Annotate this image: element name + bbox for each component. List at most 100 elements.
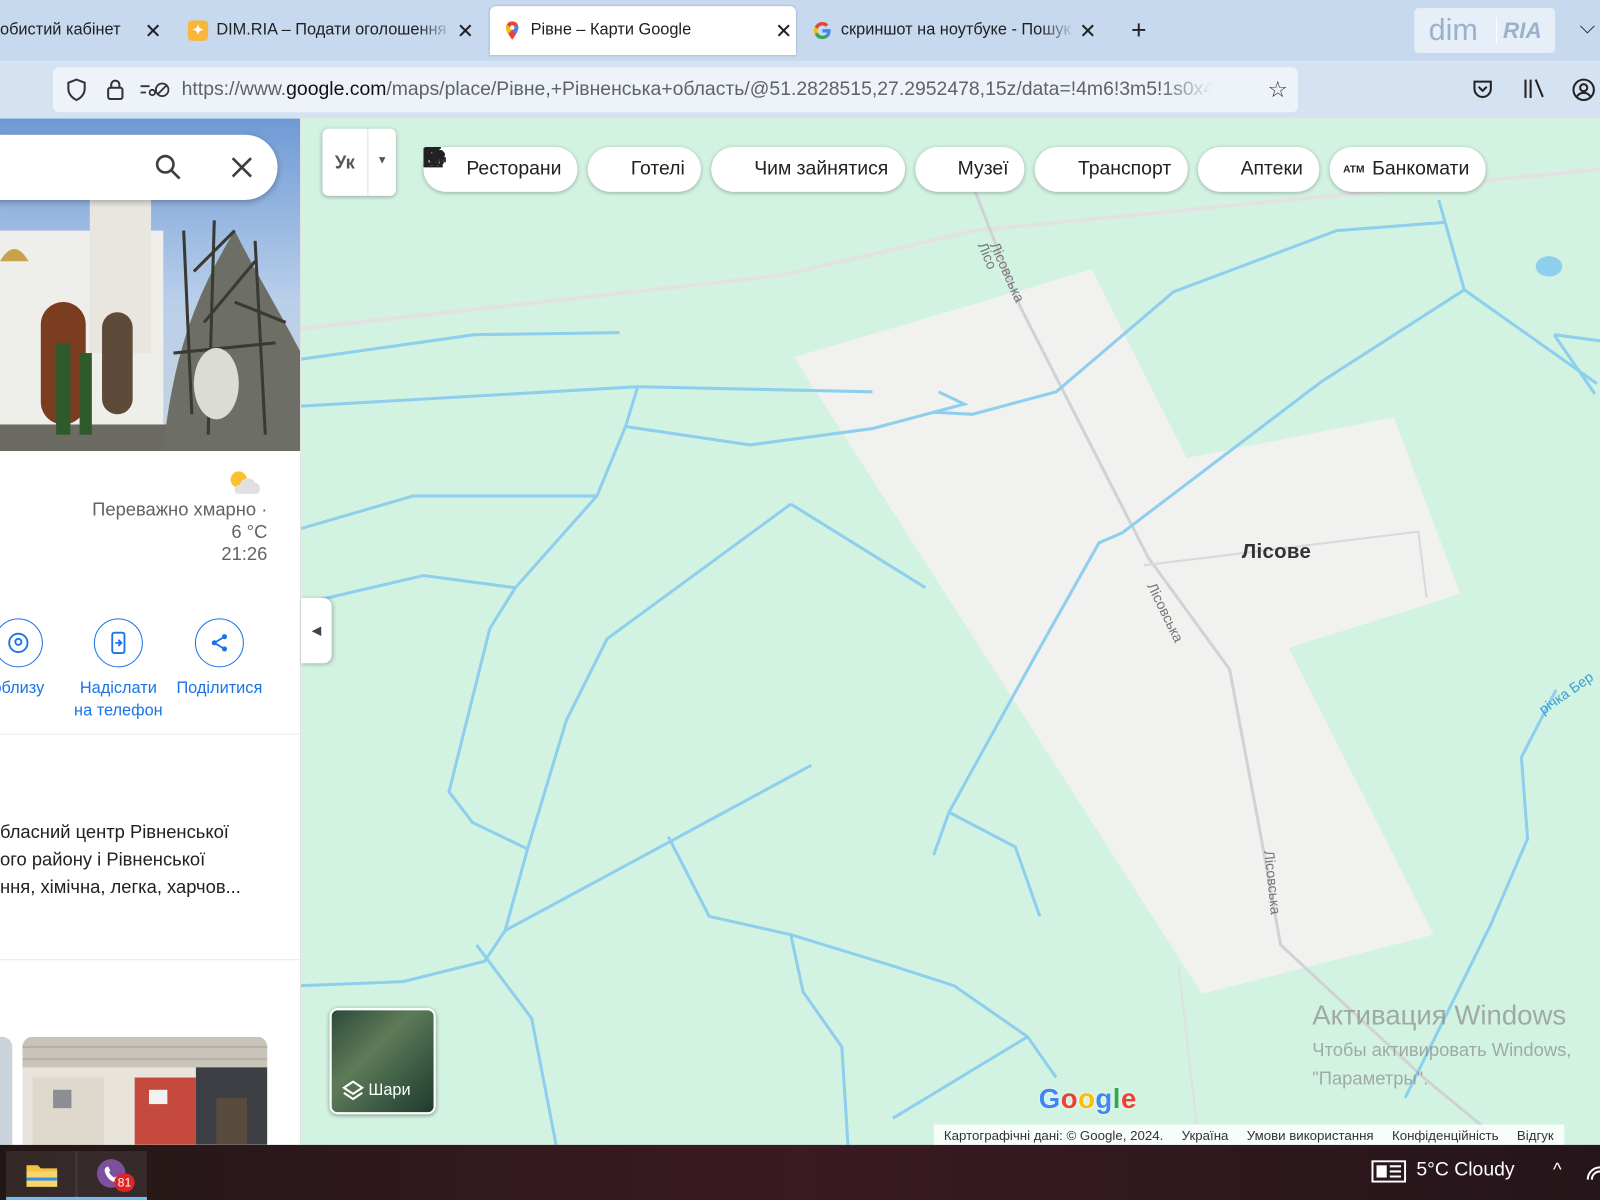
map-attribution-bar: Картографічні дані: © Google, 2024. Укра… bbox=[933, 1124, 1564, 1145]
google-logo: Google bbox=[1039, 1084, 1137, 1116]
dim-logo-text: dim bbox=[1428, 13, 1478, 47]
chip-label: Транспорт bbox=[1077, 158, 1172, 180]
chip-restaurants[interactable]: Ресторани bbox=[423, 146, 578, 192]
tab-personal-cabinet[interactable]: обистий кабінет ✕ bbox=[0, 6, 165, 55]
url-text: https://www.google.com/maps/place/Рівне,… bbox=[182, 79, 1213, 101]
search-box[interactable] bbox=[0, 134, 278, 200]
chip-museums[interactable]: Музеї bbox=[423, 146, 1025, 192]
chip-atms[interactable]: ATM Банкомати bbox=[1329, 146, 1486, 192]
browser-tab-strip: обистий кабінет ✕ ✦ DIM.RIA – Подати ого… bbox=[0, 0, 1600, 62]
chip-label: Банкомати bbox=[1372, 158, 1470, 180]
send-to-phone-icon bbox=[93, 618, 143, 668]
bookmark-star-icon[interactable]: ☆ bbox=[1268, 77, 1288, 104]
url-bar[interactable]: https://www.google.com/maps/place/Рівне,… bbox=[53, 67, 1298, 113]
dropdown-arrow-icon[interactable]: ▼ bbox=[367, 128, 396, 196]
privacy-link[interactable]: Конфіденційність bbox=[1392, 1127, 1499, 1142]
tab-google-search[interactable]: скриншот на ноутбуке - Пошук Google ✕ bbox=[812, 6, 1100, 55]
chip-pharmacies[interactable]: Аптеки bbox=[423, 146, 1320, 192]
url-host: google.com bbox=[286, 78, 387, 100]
new-tab-button[interactable]: + bbox=[1124, 14, 1153, 47]
tab-google-maps[interactable]: Рівне – Карти Google ✕ bbox=[489, 6, 796, 56]
photo-thumbnail[interactable] bbox=[22, 1036, 268, 1145]
close-tab-icon[interactable]: ✕ bbox=[453, 18, 477, 44]
close-tab-icon[interactable]: ✕ bbox=[141, 18, 165, 44]
language-switch-button[interactable]: Ук ▼ bbox=[322, 128, 396, 196]
google-logo-letter: G bbox=[1038, 1083, 1061, 1115]
library-icon[interactable] bbox=[1522, 78, 1546, 107]
close-tab-icon[interactable]: ✕ bbox=[771, 18, 795, 44]
shield-icon[interactable] bbox=[61, 74, 92, 105]
watermark-text: "Параметры". bbox=[1312, 1068, 1429, 1089]
hotel-icon bbox=[423, 147, 622, 179]
account-icon[interactable] bbox=[1571, 78, 1595, 109]
tab-dim-ria[interactable]: ✦ DIM.RIA – Подати оголошення ✕ bbox=[187, 6, 478, 55]
watermark-text: Чтобы активировать Windows, bbox=[1312, 1039, 1572, 1061]
region-link[interactable]: Україна bbox=[1182, 1127, 1229, 1142]
nearby-label: облизу bbox=[0, 679, 45, 697]
feedback-link[interactable]: Відгук bbox=[1517, 1127, 1554, 1142]
google-logo-letter: e bbox=[1120, 1083, 1137, 1115]
photo-thumbnail[interactable] bbox=[0, 1036, 13, 1145]
pond bbox=[1535, 256, 1563, 277]
viber-icon[interactable]: 81 bbox=[75, 1151, 147, 1200]
layers-button[interactable]: Шари bbox=[329, 1008, 436, 1115]
google-maps-pin-icon bbox=[502, 20, 522, 40]
taskbar-weather-text[interactable]: 5°C Cloudy bbox=[1416, 1159, 1514, 1181]
permissions-icon[interactable] bbox=[139, 74, 170, 105]
lock-icon[interactable] bbox=[100, 74, 131, 105]
tab-title: DIM.RIA – Подати оголошення bbox=[216, 21, 447, 39]
section-divider bbox=[0, 959, 301, 961]
language-label: Ук bbox=[334, 152, 355, 173]
url-prefix: https://www. bbox=[181, 78, 287, 100]
search-icon[interactable] bbox=[153, 152, 184, 183]
nearby-button[interactable]: облизу bbox=[0, 618, 69, 700]
place-name-label[interactable]: Лісове bbox=[1242, 541, 1311, 564]
chip-label: Аптеки bbox=[1240, 158, 1303, 180]
ria-logo-text: RIA bbox=[1495, 17, 1542, 44]
terms-link[interactable]: Умови використання bbox=[1247, 1127, 1374, 1142]
weather-info: Переважно хмарно · 6 °C 21:26 bbox=[92, 465, 267, 565]
weather-condition: Переважно хмарно · bbox=[92, 498, 268, 520]
description-line: ння, хімічна, легка, харчов... bbox=[0, 876, 241, 897]
google-logo-letter: o bbox=[1078, 1083, 1096, 1115]
network-icon[interactable] bbox=[1586, 1159, 1600, 1188]
pocket-icon[interactable] bbox=[1471, 78, 1493, 107]
place-side-panel: Переважно хмарно · 6 °C 21:26 облизу Над… bbox=[0, 118, 302, 1145]
tab-title: обистий кабінет bbox=[0, 21, 121, 39]
layers-icon bbox=[342, 1080, 365, 1102]
place-description: бласний центр Рівненської ого району і Р… bbox=[0, 818, 296, 901]
send-to-phone-button[interactable]: Надіслати на телефон bbox=[67, 618, 169, 722]
tab-title: скриншот на ноутбуке - Пошук Google bbox=[840, 21, 1076, 39]
weather-temperature: 6 °C bbox=[231, 521, 268, 542]
map-canvas[interactable]: Лісо Лісовська Лісовська Лісовська Ук ▼ … bbox=[301, 118, 1600, 1145]
close-icon[interactable] bbox=[227, 152, 258, 183]
search-input[interactable] bbox=[10, 153, 143, 182]
local-street bbox=[1177, 965, 1200, 1145]
file-explorer-icon[interactable] bbox=[6, 1151, 78, 1200]
dim-ria-icon: ✦ bbox=[187, 20, 209, 41]
chip-transit[interactable]: Транспорт bbox=[423, 146, 1188, 192]
chip-label: Музеї bbox=[957, 158, 1009, 180]
dim-ria-extension[interactable]: dim RIA bbox=[1414, 8, 1556, 54]
navigation-toolbar: https://www.google.com/maps/place/Рівне,… bbox=[0, 61, 1600, 119]
chip-label: Чим зайнятися bbox=[754, 158, 889, 180]
description-line: ого району і Рівненської bbox=[0, 848, 206, 870]
list-tabs-chevron-icon[interactable]: ⌵ bbox=[1580, 16, 1595, 39]
share-icon bbox=[194, 618, 244, 668]
send-to-phone-label: Надіслати на телефон bbox=[74, 679, 163, 720]
chip-label: Готелі bbox=[630, 158, 685, 180]
settlement-area bbox=[793, 269, 1461, 994]
chip-hotels[interactable]: Готелі bbox=[423, 146, 702, 192]
chip-label: Ресторани bbox=[466, 158, 562, 180]
chip-things-to-do[interactable]: Чим зайнятися bbox=[423, 146, 905, 192]
share-label: Поділитися bbox=[176, 679, 263, 697]
collapse-panel-button[interactable]: ◀ bbox=[301, 597, 332, 664]
show-hidden-icons-chevron-icon[interactable]: ^ bbox=[1553, 1159, 1562, 1180]
pharmacy-icon bbox=[423, 146, 1232, 179]
close-tab-icon[interactable]: ✕ bbox=[1076, 18, 1100, 44]
map-data-credit: Картографічні дані: © Google, 2024. bbox=[943, 1127, 1164, 1143]
weather-widget-icon[interactable] bbox=[1371, 1160, 1407, 1189]
share-button[interactable]: Поділитися bbox=[168, 618, 270, 700]
google-g-icon bbox=[812, 20, 832, 40]
weather-time: 21:26 bbox=[221, 543, 268, 565]
